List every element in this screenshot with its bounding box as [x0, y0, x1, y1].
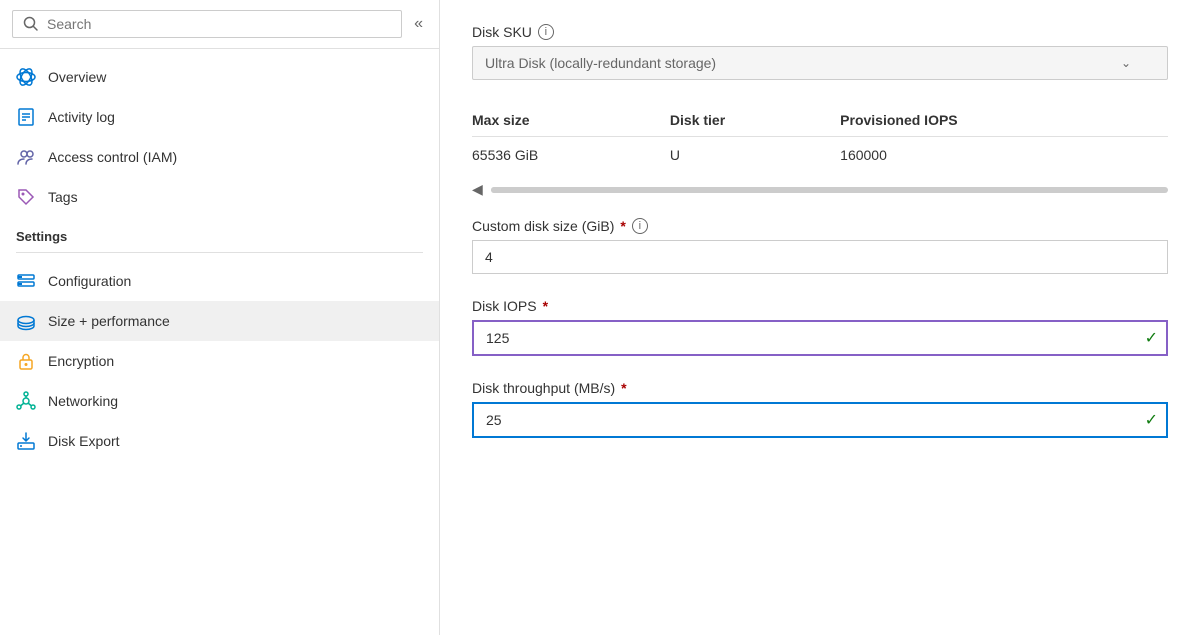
disk-throughput-check-icon: ✓ [1145, 410, 1158, 430]
sidebar-item-encryption[interactable]: Encryption [0, 341, 439, 381]
disk-sku-info-icon[interactable]: i [538, 24, 554, 40]
disk-export-icon [16, 431, 36, 451]
disk-size-slider-row: ◀ [472, 181, 1168, 198]
search-icon [23, 16, 39, 32]
disk-sku-group: Disk SKU i Ultra Disk (locally-redundant… [472, 24, 1168, 80]
custom-disk-size-input[interactable] [472, 240, 1168, 274]
sidebar-item-configuration[interactable]: Configuration [0, 261, 439, 301]
nav-items: Overview Activity log [0, 49, 439, 625]
tags-icon [16, 187, 36, 207]
disk-iops-input-wrapper: ✓ [472, 320, 1168, 356]
sidebar-item-size-performance-label: Size + performance [48, 313, 170, 329]
settings-section-label: Settings [0, 217, 439, 248]
search-wrapper[interactable] [12, 10, 402, 38]
disk-throughput-input-wrapper: ✓ [472, 402, 1168, 438]
sidebar-item-disk-export-label: Disk Export [48, 433, 120, 449]
sidebar-item-access-control-label: Access control (IAM) [48, 149, 177, 165]
sidebar-item-activity-log[interactable]: Activity log [0, 97, 439, 137]
sidebar-item-activity-log-label: Activity log [48, 109, 115, 125]
configuration-icon [16, 271, 36, 291]
size-performance-icon [16, 311, 36, 331]
col-disk-tier: Disk tier [670, 104, 840, 137]
cell-max-size: 65536 GiB [472, 137, 670, 174]
sidebar-item-encryption-label: Encryption [48, 353, 114, 369]
required-star-iops: * [543, 298, 548, 314]
custom-disk-size-group: Custom disk size (GiB) * i [472, 218, 1168, 274]
sidebar-item-configuration-label: Configuration [48, 273, 131, 289]
search-input[interactable] [47, 16, 391, 32]
disk-iops-check-icon: ✓ [1145, 328, 1158, 348]
required-star-disk-size: * [620, 218, 625, 234]
disk-throughput-label: Disk throughput (MB/s) * [472, 380, 1168, 396]
disk-iops-group: Disk IOPS * ✓ [472, 298, 1168, 356]
encryption-icon [16, 351, 36, 371]
networking-icon [16, 391, 36, 411]
main-content: Disk SKU i Ultra Disk (locally-redundant… [440, 0, 1200, 635]
collapse-button[interactable]: « [410, 11, 427, 37]
required-star-throughput: * [621, 380, 626, 396]
chevron-down-icon: ⌄ [1121, 56, 1131, 70]
disk-iops-input[interactable] [472, 320, 1168, 356]
search-bar: « [0, 0, 439, 49]
col-max-size: Max size [472, 104, 670, 137]
activity-log-icon [16, 107, 36, 127]
table-row: 65536 GiB U 160000 [472, 137, 1168, 174]
disk-table-wrapper: Max size Disk tier Provisioned IOPS 6553… [472, 104, 1168, 173]
access-control-icon [16, 147, 36, 167]
slider-track[interactable] [491, 187, 1168, 193]
sidebar-item-networking[interactable]: Networking [0, 381, 439, 421]
disk-sku-select-wrapper: Ultra Disk (locally-redundant storage) ⌄ [472, 46, 1168, 80]
section-divider [16, 252, 423, 253]
sidebar-item-tags[interactable]: Tags [0, 177, 439, 217]
custom-disk-size-info-icon[interactable]: i [632, 218, 648, 234]
slider-left-arrow[interactable]: ◀ [472, 181, 483, 198]
col-provisioned-iops: Provisioned IOPS [840, 104, 1168, 137]
sidebar-item-networking-label: Networking [48, 393, 118, 409]
overview-icon [16, 67, 36, 87]
disk-sku-select[interactable]: Ultra Disk (locally-redundant storage) ⌄ [472, 46, 1168, 80]
disk-throughput-input[interactable] [472, 402, 1168, 438]
slider-container: ◀ [472, 181, 1168, 198]
cell-disk-tier: U [670, 137, 840, 174]
disk-table: Max size Disk tier Provisioned IOPS 6553… [472, 104, 1168, 173]
disk-throughput-group: Disk throughput (MB/s) * ✓ [472, 380, 1168, 438]
sidebar-item-size-performance[interactable]: Size + performance [0, 301, 439, 341]
sidebar-item-access-control[interactable]: Access control (IAM) [0, 137, 439, 177]
disk-sku-label: Disk SKU i [472, 24, 1168, 40]
sidebar: « Overview Activ [0, 0, 440, 635]
sidebar-item-overview[interactable]: Overview [0, 57, 439, 97]
cell-provisioned-iops: 160000 [840, 137, 1168, 174]
sidebar-item-tags-label: Tags [48, 189, 78, 205]
slider-fill [491, 187, 505, 193]
sidebar-item-overview-label: Overview [48, 69, 106, 85]
disk-iops-label: Disk IOPS * [472, 298, 1168, 314]
custom-disk-size-label: Custom disk size (GiB) * i [472, 218, 1168, 234]
sidebar-item-disk-export[interactable]: Disk Export [0, 421, 439, 461]
